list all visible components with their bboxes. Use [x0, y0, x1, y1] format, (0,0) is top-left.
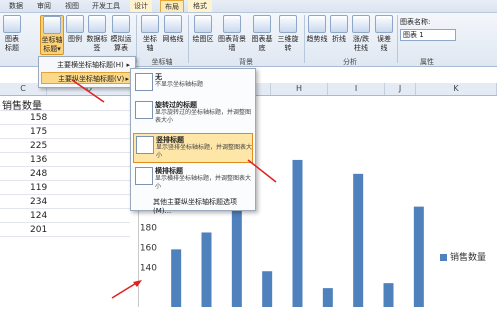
annotation-arrow: [111, 281, 139, 299]
annotation-arrow: [71, 79, 105, 103]
annotation-overlay: [71, 79, 277, 299]
arrowhead-icon: [133, 280, 142, 287]
annotation-arrow: [247, 159, 277, 183]
